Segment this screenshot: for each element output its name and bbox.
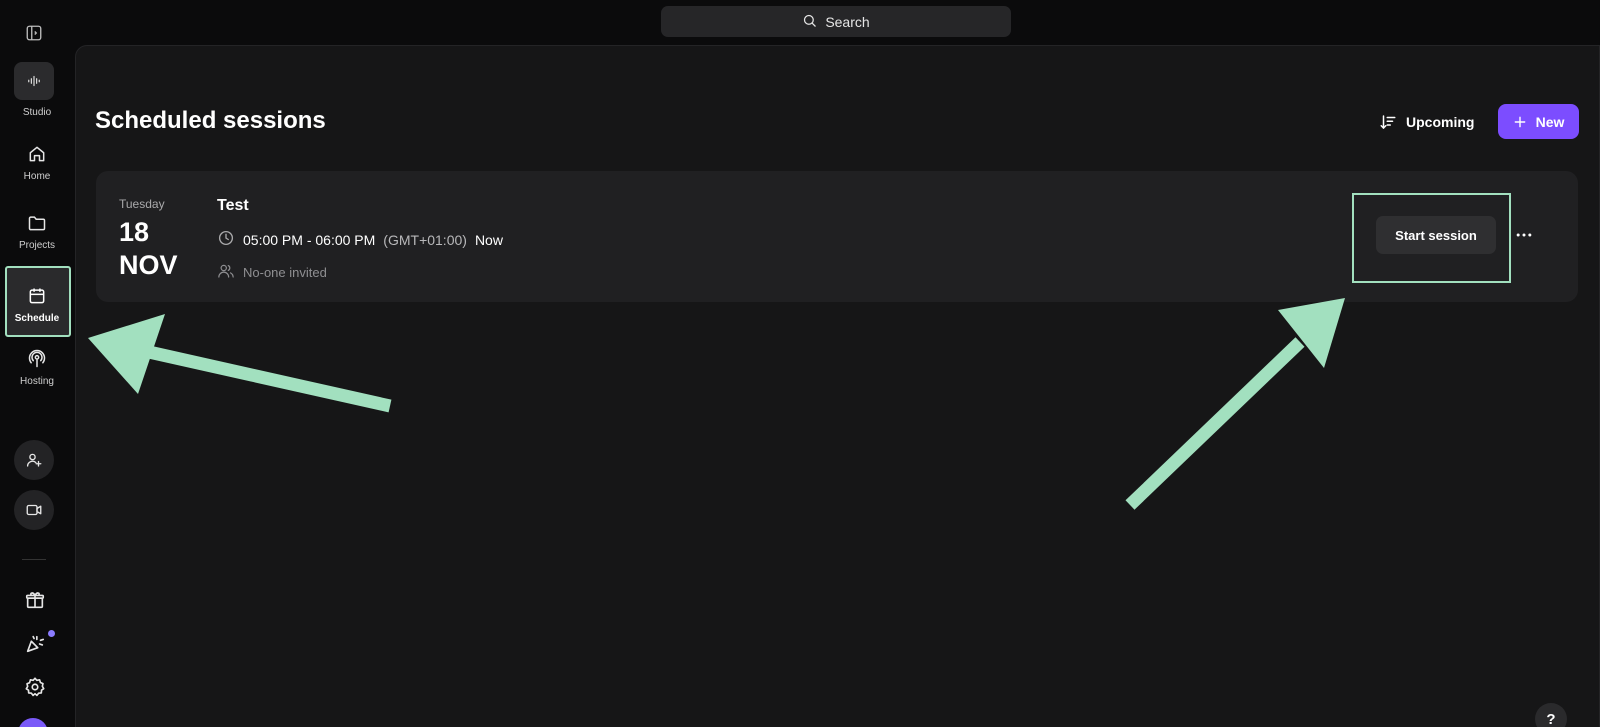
- folder-icon: [26, 212, 48, 234]
- avatar[interactable]: [18, 718, 48, 727]
- clock-icon: [217, 229, 235, 250]
- session-time: 05:00 PM - 06:00 PM: [243, 231, 376, 248]
- video-call-button[interactable]: [14, 490, 54, 530]
- search-label: Search: [825, 13, 870, 30]
- sort-label: Upcoming: [1406, 114, 1475, 130]
- waveform-icon: [28, 75, 40, 87]
- calendar-icon: [26, 285, 48, 307]
- app-window: Search Studio Home Projects Schedule Hos…: [0, 0, 1600, 727]
- video-camera-icon: [26, 504, 42, 516]
- search-icon: [802, 13, 817, 31]
- new-label: New: [1535, 113, 1565, 130]
- sort-icon: [1380, 115, 1396, 130]
- sidebar-item-label: Projects: [18, 240, 56, 251]
- main-panel: Scheduled sessions Upcoming New Tuesday …: [75, 45, 1600, 727]
- session-invitees: No-one invited: [243, 265, 327, 280]
- session-date-month: NOV: [119, 250, 178, 280]
- session-date-day: 18: [119, 217, 150, 247]
- studio-button[interactable]: [14, 62, 54, 100]
- sort-upcoming-button[interactable]: Upcoming: [1379, 107, 1474, 137]
- notification-dot: [48, 630, 55, 637]
- start-session-button[interactable]: Start session: [1376, 216, 1496, 254]
- home-icon: [26, 143, 48, 165]
- search-bar[interactable]: Search: [661, 6, 1011, 37]
- page-title: Scheduled sessions: [95, 107, 326, 134]
- party-popper-icon[interactable]: [23, 632, 47, 656]
- sidebar-toggle-icon[interactable]: [24, 23, 44, 43]
- sidebar-item-home[interactable]: Home: [0, 143, 74, 207]
- sidebar: Studio Home Projects Schedule Hosting: [0, 0, 74, 727]
- sidebar-divider: [22, 559, 46, 560]
- session-timezone: (GMT+01:00): [383, 231, 467, 248]
- sidebar-item-label: Schedule: [14, 313, 60, 324]
- invite-user-button[interactable]: [14, 440, 54, 480]
- session-day: Tuesday: [119, 197, 165, 211]
- sidebar-item-label: Home: [23, 171, 51, 182]
- gear-icon[interactable]: [23, 675, 47, 699]
- session-date: 18 NOV: [119, 216, 178, 282]
- user-plus-icon: [26, 453, 42, 467]
- session-status: Now: [474, 231, 503, 248]
- gift-icon[interactable]: [23, 588, 47, 612]
- podcast-icon: [26, 348, 48, 370]
- plus-icon: [1514, 116, 1525, 127]
- sidebar-item-schedule[interactable]: Schedule: [0, 285, 74, 349]
- sidebar-item-hosting[interactable]: Hosting: [0, 348, 74, 412]
- sidebar-item-label: Hosting: [20, 376, 54, 387]
- session-card[interactable]: Tuesday 18 NOV Test 05:00 PM - 06:00 PM …: [96, 171, 1578, 302]
- session-invitees-row: No-one invited: [217, 262, 327, 283]
- more-options-icon[interactable]: [1510, 221, 1538, 249]
- session-title: Test: [217, 197, 249, 214]
- help-button[interactable]: ?: [1535, 703, 1567, 727]
- new-session-button[interactable]: New: [1498, 104, 1579, 139]
- users-icon: [217, 262, 235, 283]
- session-time-row: 05:00 PM - 06:00 PM (GMT+01:00) Now: [217, 229, 503, 250]
- studio-label: Studio: [22, 107, 52, 118]
